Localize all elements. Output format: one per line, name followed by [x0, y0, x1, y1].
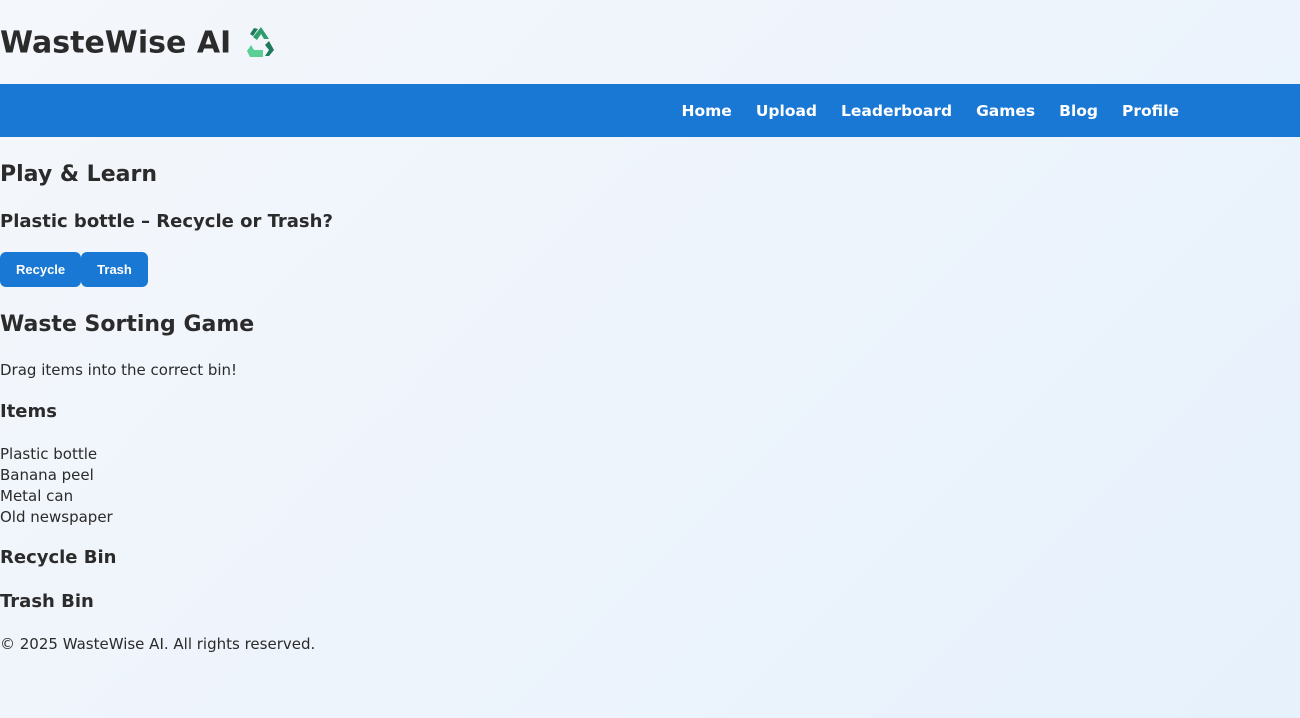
game-heading: Waste Sorting Game: [0, 312, 255, 337]
site-footer: © 2025 WasteWise AI. All rights reserved…: [0, 635, 316, 653]
nav-games[interactable]: Games: [976, 102, 1035, 120]
nav-home[interactable]: Home: [682, 102, 732, 120]
nav-upload[interactable]: Upload: [756, 102, 817, 120]
nav-profile[interactable]: Profile: [1122, 102, 1179, 120]
recycle-icon: [243, 24, 279, 60]
nav-blog[interactable]: Blog: [1059, 102, 1098, 120]
recycle-button[interactable]: Recycle: [0, 252, 82, 287]
draggable-item[interactable]: Plastic bottle: [0, 444, 113, 465]
brand-name: WasteWise AI: [0, 25, 232, 61]
recycle-bin-heading: Recycle Bin: [0, 547, 117, 568]
quiz-question: Plastic bottle – Recycle or Trash?: [0, 211, 333, 232]
draggable-item[interactable]: Old newspaper: [0, 507, 113, 528]
site-header: WasteWise AI: [0, 0, 1300, 84]
nav-leaderboard[interactable]: Leaderboard: [841, 102, 952, 120]
items-list: Plastic bottle Banana peel Metal can Old…: [0, 444, 113, 528]
brand-title: WasteWise AI: [0, 25, 279, 62]
quiz-buttons: Recycle Trash: [0, 252, 148, 287]
trash-button[interactable]: Trash: [81, 252, 148, 287]
trash-bin-heading: Trash Bin: [0, 591, 94, 612]
draggable-item[interactable]: Banana peel: [0, 465, 113, 486]
quiz-heading: Play & Learn: [0, 162, 157, 187]
draggable-item[interactable]: Metal can: [0, 486, 113, 507]
main-navbar: Home Upload Leaderboard Games Blog Profi…: [0, 84, 1300, 137]
game-instructions: Drag items into the correct bin!: [0, 361, 238, 379]
items-heading: Items: [0, 401, 57, 422]
